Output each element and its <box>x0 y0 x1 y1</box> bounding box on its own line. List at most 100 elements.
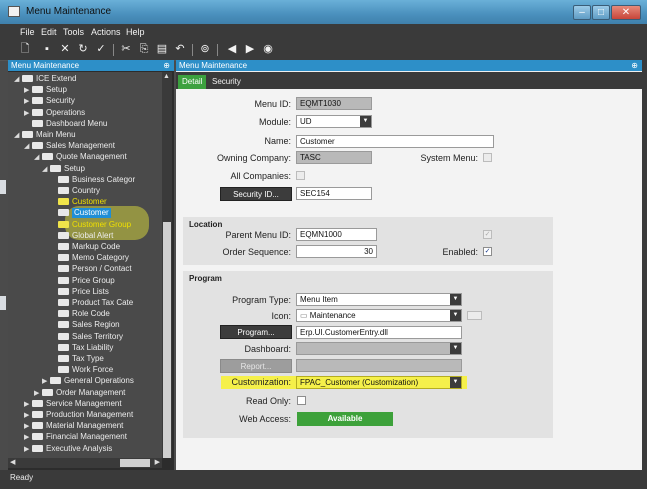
expand-arrow-icon[interactable]: ◢ <box>14 75 22 85</box>
minimize-button[interactable]: – <box>573 5 591 20</box>
expand-arrow-icon[interactable]: ◢ <box>42 165 50 175</box>
tree-item[interactable]: Sales Region <box>50 320 120 330</box>
name-field[interactable]: Customer <box>296 135 494 148</box>
expand-arrow-icon[interactable]: ▶ <box>24 400 32 410</box>
tree-item[interactable]: ◢ Setup <box>42 164 85 174</box>
program-type-select[interactable]: Menu Item ▼ <box>296 293 462 306</box>
tree-item[interactable]: Price Lists <box>50 287 109 297</box>
program-button[interactable]: Program... <box>220 325 292 339</box>
enabled-checkbox[interactable]: ✓ <box>483 247 492 256</box>
tree-item[interactable]: Customer <box>50 197 107 207</box>
tree-item[interactable]: ▶ Executive Analysis <box>24 444 112 454</box>
tree-item[interactable]: Sales Territory <box>50 332 123 342</box>
security-id-button[interactable]: Security ID... <box>220 187 292 201</box>
refresh-icon[interactable]: ↻ <box>76 42 90 56</box>
tree-item[interactable]: Dashboard Menu <box>24 119 107 129</box>
cut-icon[interactable]: ✂ <box>119 42 133 56</box>
maximize-button[interactable]: □ <box>592 5 610 20</box>
tree-item[interactable]: ◢ Quote Management <box>34 152 127 162</box>
check-icon[interactable]: ✓ <box>94 42 108 56</box>
save-icon[interactable]: ▪ <box>40 42 54 56</box>
expand-arrow-icon[interactable]: ◢ <box>24 142 32 152</box>
parent-menu-id-field[interactable]: EQMN1000 <box>296 228 377 241</box>
menu-actions[interactable]: Actions <box>91 27 121 37</box>
tree-item[interactable]: ▶ Material Management <box>24 421 123 431</box>
menu-file[interactable]: File <box>20 27 35 37</box>
menu-tools[interactable]: Tools <box>63 27 84 37</box>
scroll-up-icon[interactable]: ▲ <box>163 73 170 80</box>
tree-item[interactable]: ▶ Production Management <box>24 410 133 420</box>
scroll-left-icon[interactable]: ◀ <box>10 458 15 466</box>
tree-item[interactable]: Markup Code <box>50 242 120 252</box>
customization-select[interactable]: FPAC_Customer (Customization) ▼ <box>296 376 462 389</box>
tab-detail[interactable]: Detail <box>178 75 207 89</box>
tree-item[interactable]: Price Group <box>50 276 115 286</box>
expand-arrow-icon[interactable]: ▶ <box>24 109 32 119</box>
tree-item[interactable]: Country <box>50 186 100 196</box>
read-only-checkbox[interactable] <box>297 396 306 405</box>
tree-item[interactable]: ▶ Order Management <box>34 388 125 398</box>
chevron-down-icon[interactable]: ▼ <box>450 310 461 321</box>
module-select[interactable]: UD ▼ <box>296 115 372 128</box>
tree-item[interactable]: Business Categor <box>50 175 135 185</box>
clipboard-icon[interactable]: ◉ <box>261 42 275 56</box>
tree-item[interactable]: ◢ ICE Extend <box>14 74 76 84</box>
tree-item[interactable]: Tax Type <box>50 354 104 364</box>
expand-arrow-icon[interactable]: ▶ <box>42 377 50 387</box>
hscroll-thumb[interactable] <box>120 459 150 467</box>
tree-item[interactable]: ▶ Security <box>24 96 75 106</box>
tree-item[interactable]: Customer Group <box>50 220 131 230</box>
new-icon[interactable]: 🗋 <box>18 42 32 56</box>
expand-arrow-icon[interactable]: ▶ <box>24 422 32 432</box>
tree-item[interactable]: Customer <box>50 208 111 219</box>
tree-item[interactable]: ▶ General Operations <box>42 376 134 386</box>
expand-arrow-icon[interactable]: ▶ <box>24 445 32 455</box>
scroll-right-icon[interactable]: ▶ <box>155 458 160 466</box>
security-id-field[interactable]: SEC154 <box>296 187 372 200</box>
chevron-down-icon[interactable]: ▼ <box>450 294 461 305</box>
tree-item[interactable]: Tax Liability <box>50 343 113 353</box>
tree-item-label: Tax Liability <box>72 342 114 352</box>
program-field[interactable]: Erp.UI.CustomerEntry.dll <box>296 326 462 339</box>
tree-item[interactable]: Global Alert <box>50 231 113 241</box>
copy-icon[interactable]: ⎘ <box>137 42 151 56</box>
tree-item[interactable]: ▶ Setup <box>24 85 67 95</box>
undo-icon[interactable]: ↶ <box>173 42 187 56</box>
scroll-thumb[interactable] <box>163 222 171 458</box>
pin-icon[interactable]: ⊕ <box>163 60 170 71</box>
forward-icon[interactable]: ▶ <box>243 42 257 56</box>
chevron-down-icon[interactable]: ▼ <box>450 377 461 388</box>
tree-item[interactable]: ▶ Financial Management <box>24 432 127 442</box>
tree-item[interactable]: Person / Contact <box>50 264 132 274</box>
tree-item[interactable]: ▶ Operations <box>24 108 85 118</box>
tree-item[interactable]: Work Force <box>50 365 113 375</box>
expand-arrow-icon[interactable]: ▶ <box>24 97 32 107</box>
tree-horizontal-scrollbar[interactable]: ◀ ▶ <box>8 458 162 468</box>
expand-arrow-icon[interactable]: ▶ <box>24 86 32 96</box>
paste-icon[interactable]: ▤ <box>155 42 169 56</box>
tree-item[interactable]: Product Tax Cate <box>50 298 133 308</box>
chevron-down-icon[interactable]: ▼ <box>360 116 371 127</box>
binoculars-icon[interactable]: ⊚ <box>198 42 212 56</box>
tree-vertical-scrollbar[interactable]: ▲ <box>162 72 172 458</box>
tab-security[interactable]: Security <box>208 75 245 89</box>
tree-item[interactable]: ▶ Service Management <box>24 399 122 409</box>
expand-arrow-icon[interactable]: ▶ <box>24 433 32 443</box>
tree-item[interactable]: ◢ Sales Management <box>24 141 115 151</box>
expand-arrow-icon[interactable]: ◢ <box>14 131 22 141</box>
folder-icon <box>50 377 61 385</box>
tree-item[interactable]: Memo Category <box>50 253 129 263</box>
close-button[interactable]: ✕ <box>611 5 641 20</box>
tree-item[interactable]: Role Code <box>50 309 110 319</box>
tree-item[interactable]: ◢ Main Menu <box>14 130 76 140</box>
delete-icon[interactable]: ✕ <box>58 42 72 56</box>
menu-edit[interactable]: Edit <box>41 27 57 37</box>
icon-select[interactable]: ▭ Maintenance ▼ <box>296 309 462 322</box>
expand-arrow-icon[interactable]: ▶ <box>34 389 42 399</box>
menu-help[interactable]: Help <box>126 27 145 37</box>
order-sequence-field[interactable]: 30 <box>296 245 377 258</box>
expand-arrow-icon[interactable]: ▶ <box>24 411 32 421</box>
pin-icon[interactable]: ⊕ <box>631 60 638 71</box>
expand-arrow-icon[interactable]: ◢ <box>34 153 42 163</box>
back-icon[interactable]: ◀ <box>225 42 239 56</box>
